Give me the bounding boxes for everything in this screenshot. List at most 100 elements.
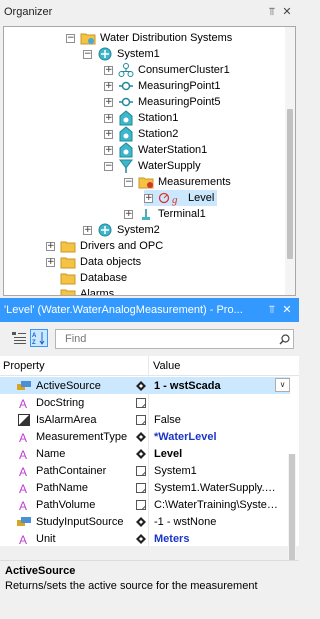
svg-text:A: A	[19, 448, 27, 460]
property-row[interactable]: A DocString	[0, 394, 290, 411]
property-row[interactable]: A PathVolume C:\WaterTraining\System1	[0, 496, 290, 513]
measuring-point-icon	[118, 78, 134, 94]
property-row[interactable]: A Unit Meters	[0, 530, 290, 547]
find-box[interactable]	[55, 329, 294, 349]
organizer-tree[interactable]: − Water Distribution Systems − System1 +…	[3, 26, 296, 296]
search-icon[interactable]	[275, 333, 293, 345]
system-icon	[97, 46, 113, 62]
properties-title: 'Level' (Water.WaterAnalogMeasurement) -…	[4, 304, 243, 316]
chevron-down-icon[interactable]: ∨	[275, 378, 290, 392]
property-grid[interactable]: Property Value ActiveSource 1 - wstScada ∨…	[0, 356, 299, 578]
tree-node-alarms[interactable]: Alarms	[60, 286, 114, 295]
tree-node-station2[interactable]: + Station2	[104, 126, 178, 142]
expand-icon[interactable]: +	[104, 97, 113, 107]
close-icon[interactable]: ✕	[279, 302, 295, 318]
pin-icon[interactable]: ⫪	[265, 6, 279, 19]
expand-icon[interactable]: +	[104, 81, 113, 91]
expand-icon[interactable]: +	[124, 209, 133, 219]
link-icon	[17, 379, 31, 393]
expand-icon[interactable]: +	[83, 225, 92, 235]
edit-box-icon[interactable]	[136, 397, 146, 408]
property-value[interactable]: Meters	[154, 533, 281, 545]
collapse-icon[interactable]: −	[124, 177, 133, 187]
collapse-icon[interactable]: −	[66, 33, 75, 43]
find-input[interactable]	[63, 332, 275, 346]
collapse-icon[interactable]: −	[83, 49, 92, 59]
tree-node-system2[interactable]: + System2	[83, 222, 160, 238]
expand-icon[interactable]: +	[144, 193, 153, 203]
modified-marker-icon[interactable]	[136, 448, 146, 459]
expand-icon[interactable]: +	[104, 129, 113, 139]
system-icon	[97, 222, 113, 238]
scrollbar-thumb[interactable]	[287, 109, 293, 259]
property-value[interactable]: False	[154, 414, 281, 426]
property-row[interactable]: A PathContainer System1	[0, 462, 290, 479]
modified-marker-icon[interactable]	[136, 533, 146, 544]
tree-node-database[interactable]: Database	[60, 270, 127, 286]
tree-node-label: Terminal1	[158, 208, 206, 220]
alphabetical-sort-button[interactable]: AZ	[30, 329, 48, 347]
expand-icon[interactable]: +	[46, 241, 55, 251]
svg-text:A: A	[19, 482, 27, 494]
description-text: Returns/sets the active source for the m…	[5, 580, 258, 592]
modified-marker-icon[interactable]	[136, 380, 146, 391]
property-name: Unit	[36, 532, 56, 545]
close-icon[interactable]: ✕	[279, 4, 295, 20]
sort-az-icon: AZ	[32, 332, 45, 345]
edit-box-icon[interactable]	[136, 499, 146, 510]
modified-marker-icon[interactable]	[136, 431, 146, 442]
folder-icon	[60, 238, 76, 254]
property-row[interactable]: IsAlarmArea False	[0, 411, 290, 428]
tree-scrollbar[interactable]	[285, 27, 295, 295]
tree-node-measuringpoint5[interactable]: + MeasuringPoint5	[104, 94, 221, 110]
property-value[interactable]: -1 - wstNone	[154, 516, 281, 528]
measuring-point-icon	[118, 94, 134, 110]
property-value[interactable]: System1	[154, 465, 281, 477]
organizer-titlebar: Organizer ⫪ ✕	[0, 0, 299, 24]
property-column-header: Property	[3, 360, 45, 372]
station-icon	[118, 126, 134, 142]
properties-titlebar: 'Level' (Water.WaterAnalogMeasurement) -…	[0, 298, 299, 322]
tree-node-level[interactable]: + g Level	[144, 190, 218, 206]
expand-icon[interactable]: +	[46, 257, 55, 267]
property-value[interactable]: C:\WaterTraining\System1	[154, 499, 281, 511]
modified-marker-icon[interactable]	[136, 516, 146, 527]
property-row[interactable]: A Name Level	[0, 445, 290, 462]
tree-node-measurements[interactable]: − Measurements	[124, 174, 231, 190]
expand-icon[interactable]: +	[104, 145, 113, 155]
tree-node-measuringpoint1[interactable]: + MeasuringPoint1	[104, 78, 221, 94]
tree-node-label: Drivers and OPC	[80, 240, 164, 252]
tree-node-data-objects[interactable]: + Data objects	[46, 254, 141, 270]
tree-node-water-distribution-systems[interactable]: − Water Distribution Systems	[66, 30, 232, 46]
edit-box-icon[interactable]	[136, 414, 146, 425]
text-property-icon: A	[17, 498, 31, 512]
tree-node-terminal1[interactable]: + Terminal1	[124, 206, 206, 222]
svg-text:g: g	[172, 194, 178, 206]
tree-node-consumercluster1[interactable]: + ConsumerCluster1	[104, 62, 230, 78]
property-value[interactable]: Level	[154, 448, 281, 460]
tree-node-station1[interactable]: + Station1	[104, 110, 178, 126]
property-row[interactable]: A MeasurementType *WaterLevel	[0, 428, 290, 445]
categorized-view-button[interactable]	[10, 329, 28, 347]
pin-icon[interactable]: ⫪	[265, 304, 279, 317]
tree-node-system1[interactable]: − System1	[83, 46, 160, 62]
property-value[interactable]: System1.WaterSupply.Measurements.Level	[154, 482, 281, 494]
expand-icon[interactable]: +	[104, 113, 113, 123]
scrollbar-thumb[interactable]	[289, 454, 295, 574]
property-row[interactable]: ActiveSource 1 - wstScada ∨	[0, 377, 290, 394]
property-value[interactable]: 1 - wstScada	[154, 380, 281, 392]
property-row[interactable]: A PathName System1.WaterSupply.Measurement…	[0, 479, 290, 496]
property-row[interactable]: StudyInputSource -1 - wstNone	[0, 513, 290, 530]
tree-node-watersupply[interactable]: − WaterSupply	[104, 158, 201, 174]
collapse-icon[interactable]: −	[104, 161, 113, 171]
property-value[interactable]: *WaterLevel	[154, 431, 281, 443]
tree-node-label: MeasuringPoint5	[138, 96, 221, 108]
edit-box-icon[interactable]	[136, 465, 146, 476]
tree-node-label: Database	[80, 272, 128, 284]
expand-icon[interactable]: +	[104, 65, 113, 75]
tree-node-drivers-and-opc[interactable]: + Drivers and OPC	[46, 238, 163, 254]
property-name: IsAlarmArea	[36, 413, 97, 426]
tree-node-waterstation1[interactable]: + WaterStation1	[104, 142, 207, 158]
organizer-title: Organizer	[4, 6, 53, 18]
edit-box-icon[interactable]	[136, 482, 146, 493]
